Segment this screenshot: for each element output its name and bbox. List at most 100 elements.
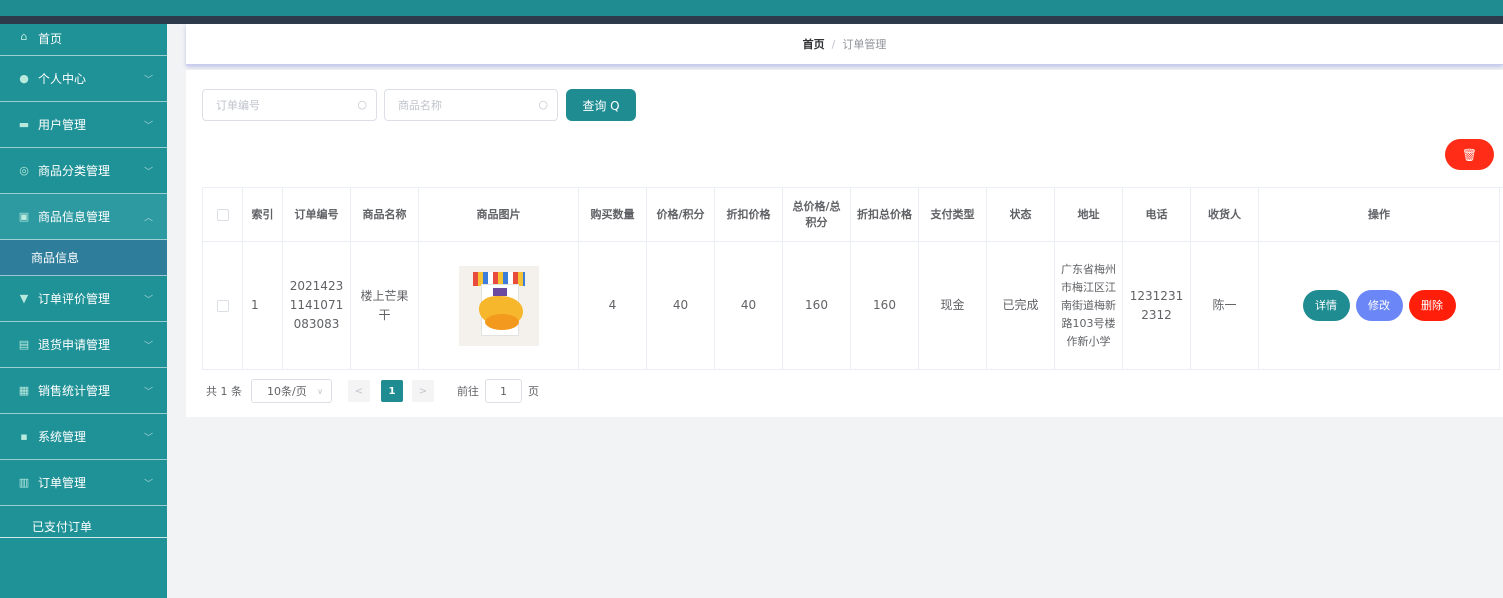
sidebar-item-category-management[interactable]: ◎ 商品分类管理 ﹀ [0, 148, 167, 194]
chart-icon: ▦ [18, 384, 30, 397]
edit-button[interactable]: 修改 [1355, 290, 1403, 321]
table-row: 1 20214231141071083083 楼上芒果干 4 40 40 160… [203, 242, 1503, 370]
select-all-cell [203, 188, 243, 242]
sidebar-item-order-management[interactable]: ▥ 订单管理 ﹀ [0, 460, 167, 506]
breadcrumb-current: 订单管理 [842, 38, 887, 51]
sidebar-item-sales-stats[interactable]: ▦ 销售统计管理 ﹀ [0, 368, 167, 414]
order-number-input[interactable]: 订单编号 ○ [202, 89, 377, 121]
column-header: 索引 [243, 188, 283, 242]
page-number-current[interactable]: 1 [381, 380, 403, 402]
goods-image-cell [419, 242, 579, 370]
sidebar-item-return-request[interactable]: ▤ 退货申请管理 ﹀ [0, 322, 167, 368]
goto-suffix: 页 [528, 385, 539, 398]
chevron-right-icon: > [418, 385, 428, 397]
orders-table: 索引 订单编号 商品名称 商品图片 购买数量 价格/积分 折扣价格 总价格/总积… [202, 187, 1503, 370]
column-header: 购买数量 [579, 188, 647, 242]
breadcrumb-separator: / [831, 37, 836, 51]
column-header: 地址 [1055, 188, 1123, 242]
comment-icon: ▼ [19, 292, 29, 305]
column-header: 订单编号 [283, 188, 351, 242]
home-icon: ⌂ [20, 29, 28, 43]
price-cell: 40 [647, 242, 715, 370]
order-number-placeholder: 订单编号 [216, 99, 260, 112]
actions-cell: 详情 修改 删除 [1259, 242, 1500, 370]
discount-total-cell: 160 [851, 242, 919, 370]
sidebar: ⌂ 首页 ● 个人中心 ﹀ ▬ 用户管理 ﹀ ◎ 商品分类管理 ﹀ ▣ 商品信息… [0, 24, 167, 598]
sidebar-item-personal-center[interactable]: ● 个人中心 ﹀ [0, 56, 167, 102]
table-header-row: 索引 订单编号 商品名称 商品图片 购买数量 价格/积分 折扣价格 总价格/总积… [203, 188, 1503, 242]
column-header: 折扣价格 [715, 188, 783, 242]
detail-button[interactable]: 详情 [1302, 290, 1350, 321]
breadcrumb-home[interactable]: 首页 [803, 36, 825, 52]
sidebar-item-system-management[interactable]: ▪ 系统管理 ﹀ [0, 414, 167, 460]
delete-button[interactable]: 删除 [1408, 290, 1456, 321]
select-all-checkbox[interactable] [216, 208, 229, 221]
sidebar-item-order-review[interactable]: ▼ 订单评价管理 ﹀ [0, 276, 167, 322]
discount-price-cell: 40 [715, 242, 783, 370]
return-icon: ▤ [18, 338, 30, 351]
product-image [458, 265, 539, 346]
chevron-down-icon: ﹀ [143, 75, 153, 85]
goods-name-placeholder: 商品名称 [398, 99, 442, 112]
receiver-cell: 陈一 [1191, 242, 1259, 370]
column-header: 收货人 [1191, 188, 1259, 242]
page-size-select[interactable]: 10条/页 ∨ [251, 379, 332, 403]
column-header: 商品名称 [351, 188, 419, 242]
sidebar-item-label: 商品分类管理 [38, 164, 111, 178]
sidebar-item-label: 订单评价管理 [38, 292, 111, 306]
sidebar-item-label: 退货申请管理 [38, 338, 111, 352]
search-icon: ○ [357, 98, 367, 111]
header-strip [0, 16, 1503, 24]
chevron-down-icon: ﹀ [143, 121, 153, 131]
chevron-down-icon: ﹀ [143, 341, 153, 351]
column-header: 商品图片 [419, 188, 579, 242]
goods-icon: ▣ [18, 210, 30, 223]
column-header: 价格/积分 [647, 188, 715, 242]
sidebar-subitem-goods-info[interactable]: 商品信息 [0, 240, 167, 276]
batch-delete-button[interactable]: 🗑 [1445, 139, 1494, 170]
status-cell: 已完成 [987, 242, 1055, 370]
sidebar-item-goods-management[interactable]: ▣ 商品信息管理 ︿ [0, 194, 167, 240]
chevron-left-icon: < [354, 385, 364, 397]
next-page-button[interactable]: > [412, 380, 434, 402]
chevron-down-icon: ﹀ [143, 433, 153, 443]
sidebar-item-label: 系统管理 [38, 430, 87, 444]
total-price-cell: 160 [783, 242, 851, 370]
column-header: 折扣总价格 [851, 188, 919, 242]
chevron-down-icon: ∨ [317, 386, 323, 396]
chevron-up-icon: ︿ [143, 213, 153, 223]
page-size-value: 10条/页 [267, 385, 307, 398]
column-header: 操作 [1259, 188, 1500, 242]
sidebar-item-label: 商品信息管理 [38, 210, 111, 224]
address-cell: 广东省梅州市梅江区江南街道梅新路103号楼作新小学 [1055, 242, 1123, 370]
pay-type-cell: 现金 [919, 242, 987, 370]
sidebar-item-label: 销售统计管理 [38, 384, 111, 398]
sidebar-item-label: 商品信息 [31, 251, 80, 265]
order-icon: ▥ [18, 476, 30, 489]
sidebar-subitem-paid-orders[interactable]: 已支付订单 [0, 506, 167, 538]
column-header: 支付类型 [919, 188, 987, 242]
row-select-cell [203, 242, 243, 370]
chevron-down-icon: ﹀ [143, 387, 153, 397]
user-icon: ● [19, 72, 29, 85]
users-icon: ▬ [18, 118, 30, 131]
settings-icon: ▪ [20, 430, 28, 443]
total-count: 共 1 条 [206, 385, 242, 398]
category-icon: ◎ [19, 164, 29, 177]
chevron-down-icon: ﹀ [143, 479, 153, 489]
sidebar-item-home[interactable]: ⌂ 首页 [0, 24, 167, 56]
goods-name-input[interactable]: 商品名称 ○ [384, 89, 558, 121]
sidebar-item-user-management[interactable]: ▬ 用户管理 ﹀ [0, 102, 167, 148]
sidebar-item-label: 个人中心 [38, 72, 87, 86]
sidebar-item-label: 已支付订单 [32, 520, 93, 534]
column-header: 状态 [987, 188, 1055, 242]
search-icon: ○ [538, 98, 548, 111]
quantity-cell: 4 [579, 242, 647, 370]
prev-page-button[interactable]: < [348, 380, 370, 402]
order-number-cell: 20214231141071083083 [283, 242, 351, 370]
row-checkbox[interactable] [216, 299, 229, 312]
query-button[interactable]: 查询 Q [566, 89, 636, 121]
goto-page-input[interactable]: 1 [485, 379, 522, 403]
index-cell: 1 [243, 242, 283, 370]
column-header: 电话 [1123, 188, 1191, 242]
